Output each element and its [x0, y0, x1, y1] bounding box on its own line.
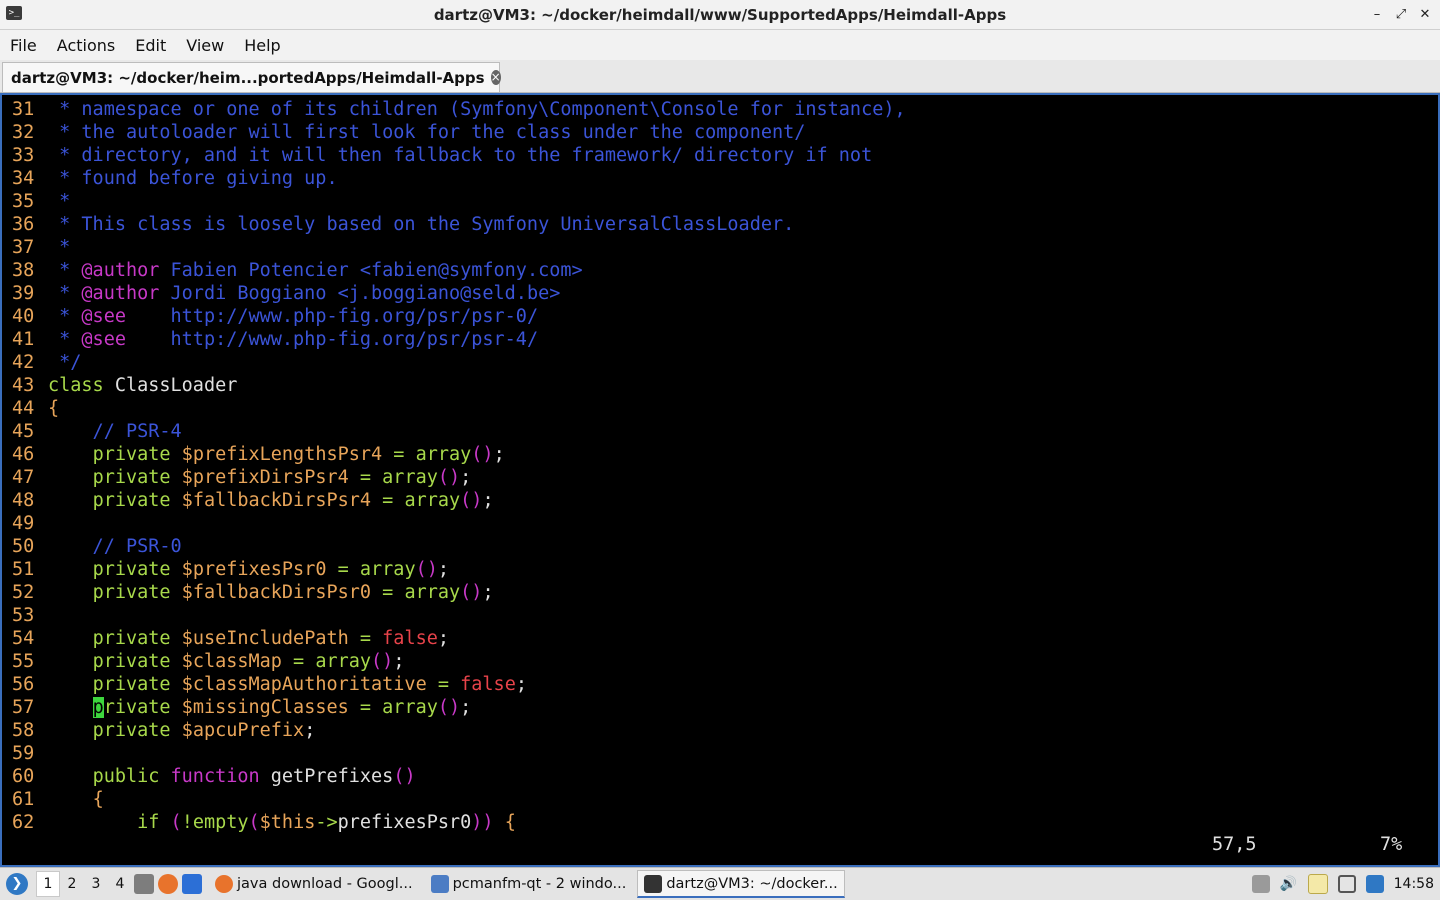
window-title: dartz@VM3: ~/docker/heimdall/www/Support… [433, 6, 1007, 24]
system-tray: 🔊 14:58 [1251, 874, 1440, 894]
code-line: 60 public function getPrefixes() [12, 766, 416, 787]
desktop-1[interactable]: 1 [36, 871, 60, 897]
cursor-position: 57,5 [1212, 834, 1257, 855]
code-line: 33 * directory, and it will then fallbac… [12, 145, 873, 166]
menu-help[interactable]: Help [234, 36, 290, 55]
menu-edit[interactable]: Edit [125, 36, 176, 55]
task-terminal[interactable]: dartz@VM3: ~/docker... [637, 870, 845, 898]
code-line: 49 [12, 513, 35, 534]
scroll-percent: 7% [1380, 834, 1403, 855]
title-bar: >_ dartz@VM3: ~/docker/heimdall/www/Supp… [0, 0, 1440, 30]
network-icon[interactable] [1365, 875, 1384, 893]
code-line: 50 // PSR-0 [12, 536, 182, 557]
firefox-icon[interactable] [158, 874, 178, 894]
code-line: 58 private $apcuPrefix; [12, 720, 316, 741]
code-line: 59 [12, 743, 35, 764]
terminal-view[interactable]: 31 * namespace or one of its children (S… [0, 93, 1440, 867]
volume-icon[interactable]: 🔊 [1280, 875, 1298, 893]
task-label: dartz@VM3: ~/docker... [666, 875, 838, 892]
task-firefox[interactable]: java download - Googl... [208, 870, 420, 898]
code-line: 57 private $missingClasses = array(); [12, 697, 472, 718]
desktop-4[interactable]: 4 [108, 876, 132, 892]
task-label: pcmanfm-qt - 2 windo... [452, 876, 627, 892]
code-line: 54 private $useIncludePath = false; [12, 628, 450, 649]
code-line: 44{ [12, 398, 60, 419]
code-line: 51 private $prefixesPsr0 = array(); [12, 559, 450, 580]
file-manager-icon[interactable] [134, 874, 154, 894]
terminal-tab[interactable]: dartz@VM3: ~/docker/heim...portedApps/He… [2, 62, 501, 92]
code-line: 53 [12, 605, 35, 626]
menu-actions[interactable]: Actions [47, 36, 125, 55]
minimize-icon[interactable]: – [1370, 8, 1384, 22]
window-controls: – ⤢ ✕ [1370, 0, 1432, 30]
code-line: 56 private $classMapAuthoritative = fals… [12, 674, 527, 695]
tab-label: dartz@VM3: ~/docker/heim...portedApps/He… [11, 68, 485, 87]
desktop-3[interactable]: 3 [84, 876, 108, 892]
close-tab-icon[interactable]: × [490, 70, 501, 85]
close-icon[interactable]: ✕ [1418, 8, 1432, 22]
menu-view[interactable]: View [176, 36, 234, 55]
code-line: 48 private $fallbackDirsPsr4 = array(); [12, 490, 494, 511]
tab-bar: dartz@VM3: ~/docker/heim...portedApps/He… [0, 60, 1440, 93]
code-line: 34 * found before giving up. [12, 168, 338, 189]
task-pcmanfm[interactable]: pcmanfm-qt - 2 windo... [424, 870, 634, 898]
code-line: 62 if (!empty($this->prefixesPsr0)) { [12, 812, 516, 833]
folder-icon [430, 875, 449, 893]
code-line: 39 * @author Jordi Boggiano <j.boggiano@… [12, 283, 561, 304]
code-line: 52 private $fallbackDirsPsr0 = array(); [12, 582, 494, 603]
monitor-icon[interactable] [1337, 875, 1356, 893]
code-line: 32 * the autoloader will first look for … [12, 122, 806, 143]
keyboard-icon[interactable] [1251, 875, 1270, 893]
show-desktop-icon[interactable] [182, 874, 202, 894]
desktop-2[interactable]: 2 [60, 876, 84, 892]
maximize-icon[interactable]: ⤢ [1394, 8, 1408, 22]
code-line: 61 { [12, 789, 104, 810]
code-line: 40 * @see http://www.php-fig.org/psr/psr… [12, 306, 539, 327]
start-menu-icon[interactable]: ❯ [6, 873, 28, 895]
menu-file[interactable]: File [0, 36, 47, 55]
code-line: 41 * @see http://www.php-fig.org/psr/psr… [12, 329, 539, 350]
task-label: java download - Googl... [237, 876, 413, 892]
code-line: 42 */ [12, 352, 82, 373]
clock[interactable]: 14:58 [1394, 876, 1434, 892]
code-line: 46 private $prefixLengthsPsr4 = array(); [12, 444, 505, 465]
taskbar: ❯ 1 2 3 4 java download - Googl... pcman… [0, 867, 1440, 900]
menu-bar: File Actions Edit View Help [0, 30, 1440, 60]
text-cursor: p [92, 697, 104, 718]
code-line: 45 // PSR-4 [12, 421, 182, 442]
code-line: 55 private $classMap = array(); [12, 651, 405, 672]
code-line: 47 private $prefixDirsPsr4 = array(); [12, 467, 472, 488]
code-line: 43 class ClassLoader [12, 375, 238, 396]
clipboard-icon[interactable] [1307, 874, 1328, 894]
firefox-icon [215, 875, 233, 893]
code-line: 38 * @author Fabien Potencier <fabien@sy… [12, 260, 583, 281]
terminal-icon [644, 874, 663, 893]
code-line: 35 * [12, 191, 71, 212]
code-line: 37 * [12, 237, 71, 258]
code-line: 36 * This class is loosely based on the … [12, 214, 795, 235]
code-line: 31 * namespace or one of its children (S… [12, 99, 906, 120]
